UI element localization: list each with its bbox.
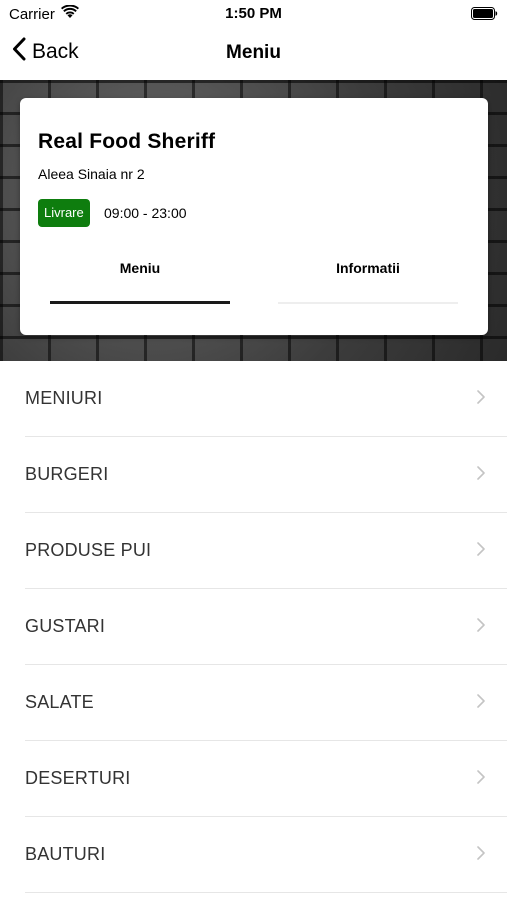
chevron-right-icon xyxy=(477,770,485,784)
category-list: MENIURI BURGERI PRODUSE PUI GUSTARI SALA… xyxy=(0,361,507,893)
category-label: SALATE xyxy=(25,692,94,712)
category-row-gustari[interactable]: GUSTARI xyxy=(25,589,507,665)
restaurant-address: Aleea Sinaia nr 2 xyxy=(38,166,145,182)
tab-informatii[interactable]: Informatii xyxy=(278,260,458,276)
category-row-meniuri[interactable]: MENIURI xyxy=(25,361,507,437)
chevron-right-icon xyxy=(477,542,485,556)
category-label: DESERTURI xyxy=(25,768,131,788)
battery-icon xyxy=(471,7,498,20)
category-label: PRODUSE PUI xyxy=(25,540,152,560)
tab-meniu[interactable]: Meniu xyxy=(50,260,230,276)
category-label: BURGERI xyxy=(25,464,109,484)
chevron-right-icon xyxy=(477,390,485,404)
page-title: Meniu xyxy=(226,42,281,63)
chevron-right-icon xyxy=(477,846,485,860)
chevron-right-icon xyxy=(477,694,485,708)
status-time: 1:50 PM xyxy=(225,5,282,22)
category-label: GUSTARI xyxy=(25,616,106,636)
category-label: MENIURI xyxy=(25,388,103,408)
category-label: BAUTURI xyxy=(25,844,106,864)
tab-informatii-indicator xyxy=(278,302,458,304)
category-row-produse-pui[interactable]: PRODUSE PUI xyxy=(25,513,507,589)
status-bar: Carrier 1:50 PM xyxy=(0,0,507,28)
navigation-bar: Back Meniu xyxy=(0,28,507,80)
category-row-salate[interactable]: SALATE xyxy=(25,665,507,741)
category-row-burgeri[interactable]: BURGERI xyxy=(25,437,507,513)
restaurant-name: Real Food Sheriff xyxy=(38,130,216,153)
chevron-right-icon xyxy=(477,618,485,632)
tab-meniu-active-indicator xyxy=(50,301,230,304)
delivery-badge: Livrare xyxy=(38,199,90,227)
restaurant-card: Real Food Sheriff Aleea Sinaia nr 2 Livr… xyxy=(20,98,488,335)
chevron-right-icon xyxy=(477,466,485,480)
opening-hours: 09:00 - 23:00 xyxy=(104,205,187,221)
category-row-bauturi[interactable]: BAUTURI xyxy=(25,817,507,893)
category-row-deserturi[interactable]: DESERTURI xyxy=(25,741,507,817)
